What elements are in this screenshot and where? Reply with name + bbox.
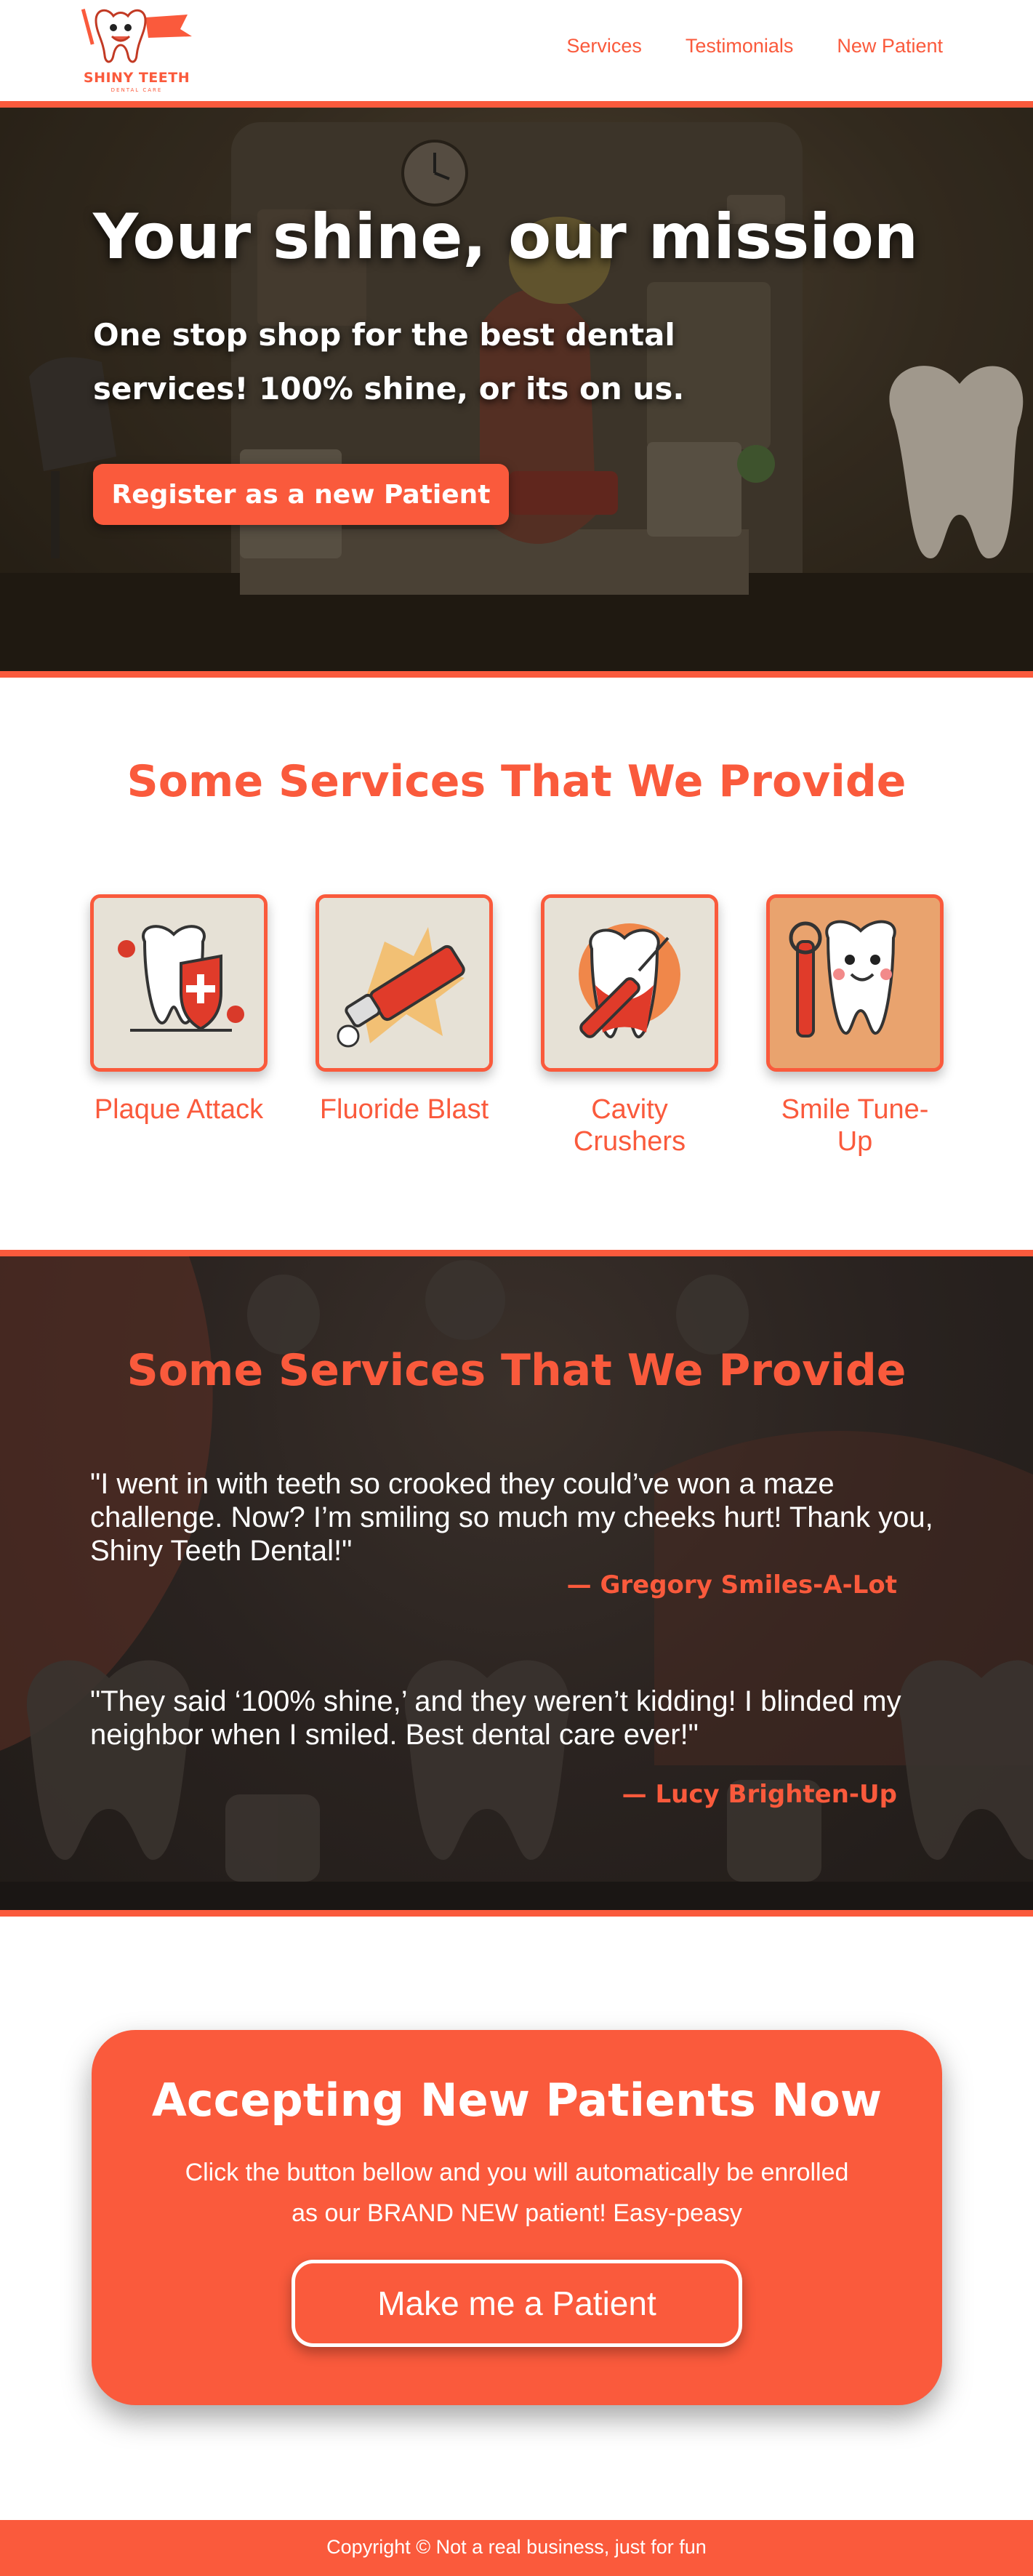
- site-footer: Copyright © Not a real business, just fo…: [0, 2520, 1033, 2576]
- tooth-shield-icon: [90, 894, 268, 1072]
- testimonials-top-divider: [0, 1250, 1033, 1256]
- site-header: SHINY TEETH DENTAL CARE Services Testimo…: [0, 0, 1033, 102]
- service-label: Plaque Attack: [94, 1094, 264, 1125]
- new-patient-card: Accepting New Patients Now Click the but…: [92, 2030, 942, 2405]
- copyright-text: Copyright © Not a real business, just fo…: [326, 2536, 707, 2558]
- testimonial-author: — Lucy Brighten-Up: [622, 1780, 897, 1809]
- nav-services[interactable]: Services: [566, 35, 642, 57]
- testimonials-bottom-divider: [0, 1910, 1033, 1917]
- services-title: Some Services That We Provide: [126, 756, 907, 807]
- brand-name: SHINY TEETH: [83, 70, 190, 86]
- service-label: Cavity Crushers: [573, 1094, 686, 1157]
- testimonial-quote: "I went in with teeth so crooked they co…: [90, 1468, 933, 1567]
- testimonials-title: Some Services That We Provide: [126, 1345, 907, 1396]
- service-card-fluoride-blast[interactable]: Fluoride Blast: [315, 894, 493, 1126]
- cta-title: Accepting New Patients Now: [151, 2074, 883, 2127]
- header-divider: [0, 101, 1033, 108]
- service-label: Smile Tune-Up: [781, 1094, 929, 1157]
- make-me-patient-button[interactable]: Make me a Patient: [292, 2260, 742, 2347]
- hero-divider: [0, 671, 1033, 678]
- service-card-smile-tune-up[interactable]: Smile Tune-Up: [766, 894, 944, 1157]
- nav-new-patient[interactable]: New Patient: [837, 35, 943, 57]
- brand-logo[interactable]: SHINY TEETH DENTAL CARE: [79, 4, 195, 97]
- tooth-mascot-icon: [81, 9, 192, 63]
- register-new-patient-button[interactable]: Register as a new Patient: [93, 464, 509, 525]
- nav-testimonials[interactable]: Testimonials: [686, 35, 794, 57]
- tooth-wrench-icon: [766, 894, 944, 1072]
- tooth-drill-icon: [541, 894, 718, 1072]
- cta-text: Click the button bellow and you will aut…: [185, 2159, 849, 2227]
- service-card-plaque-attack[interactable]: Plaque Attack: [90, 894, 268, 1126]
- brand-tagline: DENTAL CARE: [110, 87, 163, 93]
- hero-section: Your shine, our mission One stop shop fo…: [0, 108, 1033, 671]
- hero-title: Your shine, our mission: [93, 201, 919, 273]
- service-card-cavity-crushers[interactable]: Cavity Crushers: [541, 894, 718, 1157]
- testimonial-quote: "They said ‘100% shine,’ and they weren’…: [90, 1685, 901, 1751]
- hero-subtitle: One stop shop for the best dental servic…: [93, 317, 685, 406]
- main-nav: Services Testimonials New Patient: [566, 35, 943, 57]
- testimonials-section: Some Services That We Provide "I went in…: [0, 1256, 1033, 1914]
- service-label: Fluoride Blast: [319, 1094, 489, 1125]
- testimonial-author: — Gregory Smiles-A-Lot: [566, 1570, 897, 1600]
- toothpaste-icon: [315, 894, 493, 1072]
